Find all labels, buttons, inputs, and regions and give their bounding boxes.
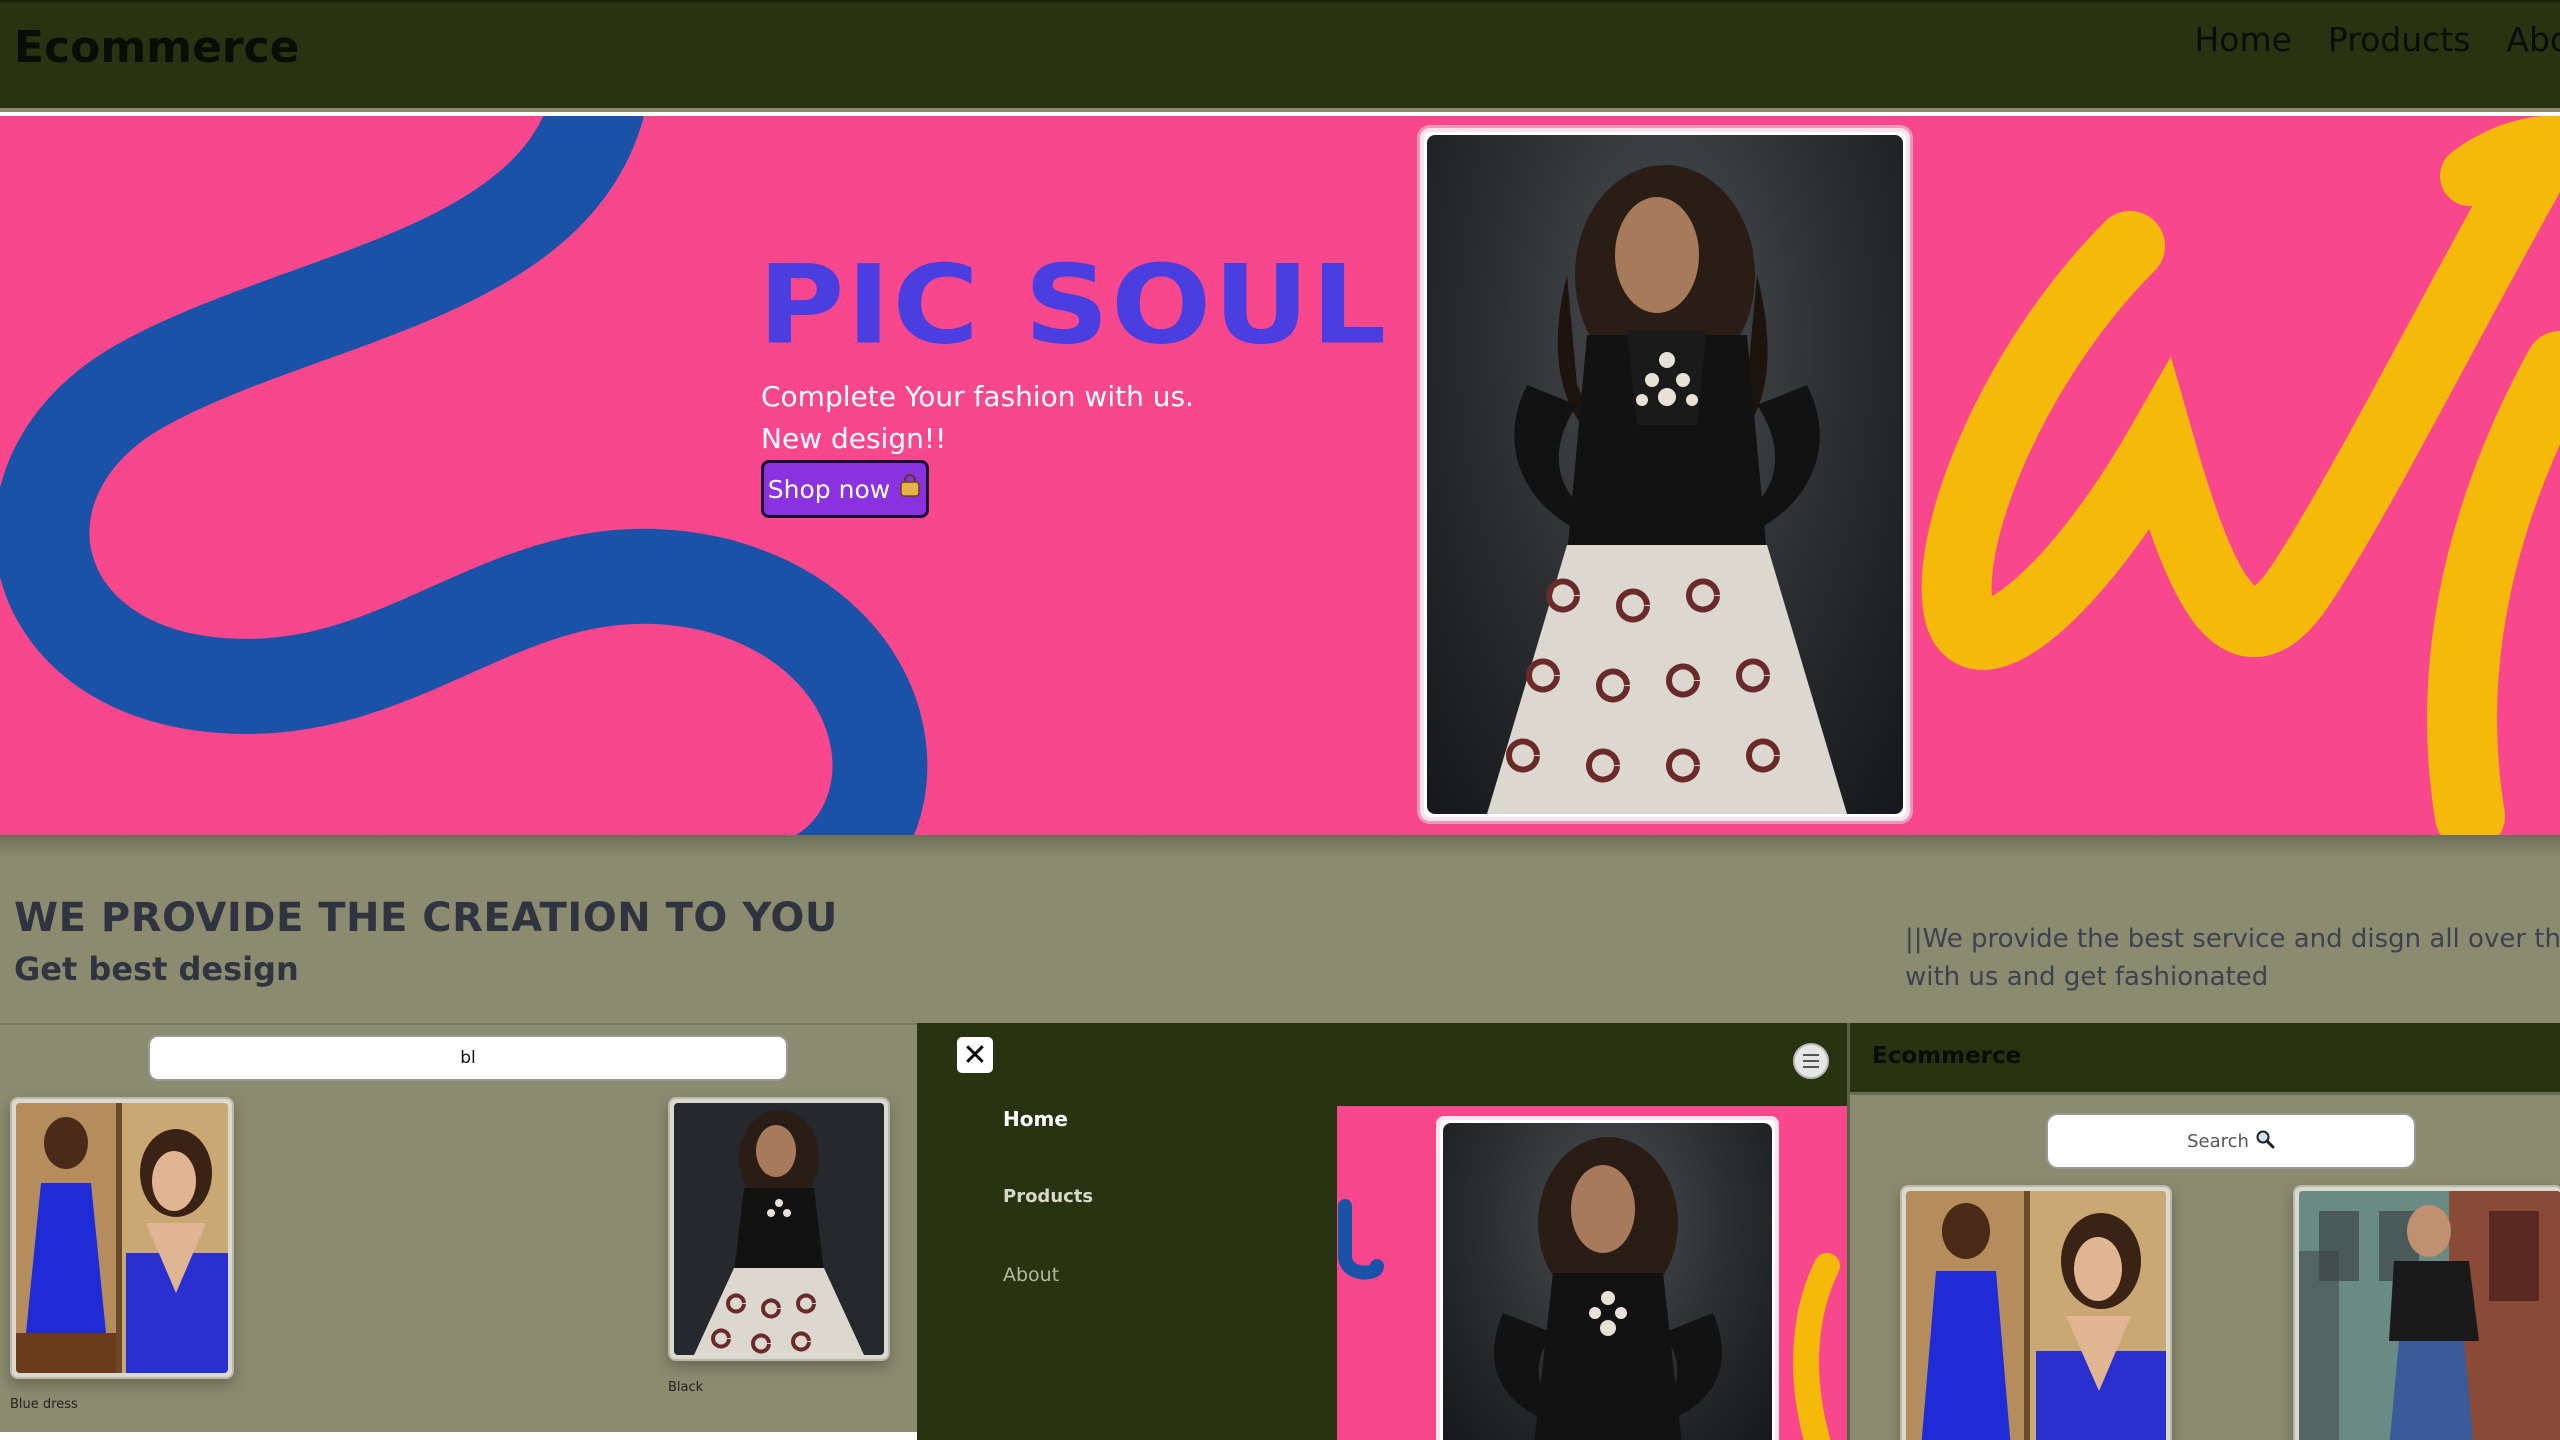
mini-model-photo bbox=[1436, 1116, 1779, 1440]
product-image bbox=[2299, 1191, 2560, 1440]
nav-link-products[interactable]: Products bbox=[2328, 20, 2471, 59]
mobile-menu-panel: ✕ Home Products About bbox=[917, 1023, 1847, 1440]
product-card[interactable] bbox=[2293, 1185, 2560, 1440]
model-image bbox=[1443, 1123, 1772, 1440]
creation-text-line-1: ||We provide the best service and disgn … bbox=[1905, 924, 2560, 954]
product-caption: Blue dress bbox=[10, 1397, 78, 1412]
shopping-bag-icon bbox=[898, 474, 922, 504]
search-results-panel: bl Blue dress Black bbox=[0, 1023, 917, 1440]
hamburger-icon[interactable] bbox=[1793, 1043, 1829, 1079]
mobile-navbar: Ecommerce bbox=[1850, 1023, 2560, 1095]
hero-title: PIC SOUL bbox=[758, 241, 1389, 369]
model-image bbox=[1427, 135, 1903, 814]
search-placeholder: Search bbox=[2187, 1130, 2249, 1152]
creation-section: WE PROVIDE THE CREATION TO YOU Get best … bbox=[0, 835, 2560, 1023]
product-image bbox=[1906, 1191, 2166, 1440]
brand-logo[interactable]: Ecommerce bbox=[14, 22, 300, 73]
mobile-menu-item-about[interactable]: About bbox=[1003, 1264, 1059, 1286]
product-caption: Black bbox=[668, 1380, 704, 1395]
hero-subtitle: Complete Your fashion with us. New desig… bbox=[761, 376, 1194, 460]
close-icon[interactable]: ✕ bbox=[957, 1037, 993, 1073]
hero-decoration bbox=[0, 116, 2560, 835]
divider bbox=[0, 1432, 917, 1440]
creation-heading: WE PROVIDE THE CREATION TO YOU bbox=[14, 895, 838, 941]
top-navbar: Ecommerce Home Products About bbox=[0, 0, 2560, 112]
mobile-menu-item-products[interactable]: Products bbox=[1003, 1186, 1093, 1207]
hero-subtitle-line-2: New design!! bbox=[761, 422, 947, 455]
hero-subtitle-line-1: Complete Your fashion with us. bbox=[761, 380, 1194, 413]
mobile-menu-item-home[interactable]: Home bbox=[1003, 1107, 1068, 1131]
mobile-view-panel: Ecommerce Search bbox=[1847, 1023, 2560, 1440]
mobile-brand-logo[interactable]: Ecommerce bbox=[1872, 1043, 2021, 1069]
product-card[interactable] bbox=[668, 1097, 890, 1361]
product-image bbox=[16, 1103, 228, 1373]
nav-link-home[interactable]: Home bbox=[2194, 20, 2291, 59]
creation-text-line-2: with us and get fashionated bbox=[1905, 962, 2269, 992]
search-icon bbox=[2255, 1129, 2275, 1154]
creation-text: ||We provide the best service and disgn … bbox=[1905, 920, 2560, 996]
shop-now-button[interactable]: Shop now bbox=[761, 460, 929, 518]
nav-links: Home Products About bbox=[2194, 20, 2560, 59]
product-card[interactable] bbox=[10, 1097, 234, 1379]
mobile-search-input[interactable]: Search bbox=[2046, 1113, 2416, 1169]
product-search-input[interactable]: bl bbox=[148, 1035, 788, 1081]
product-image bbox=[674, 1103, 884, 1355]
product-card[interactable] bbox=[1900, 1185, 2172, 1440]
hero-model-photo bbox=[1420, 128, 1910, 821]
creation-subheading: Get best design bbox=[14, 950, 299, 988]
mini-hero-preview bbox=[1337, 1106, 1847, 1440]
shop-now-label: Shop now bbox=[767, 474, 891, 504]
nav-link-about[interactable]: About bbox=[2506, 20, 2560, 59]
hero-banner: PIC SOUL Complete Your fashion with us. … bbox=[0, 116, 2560, 835]
